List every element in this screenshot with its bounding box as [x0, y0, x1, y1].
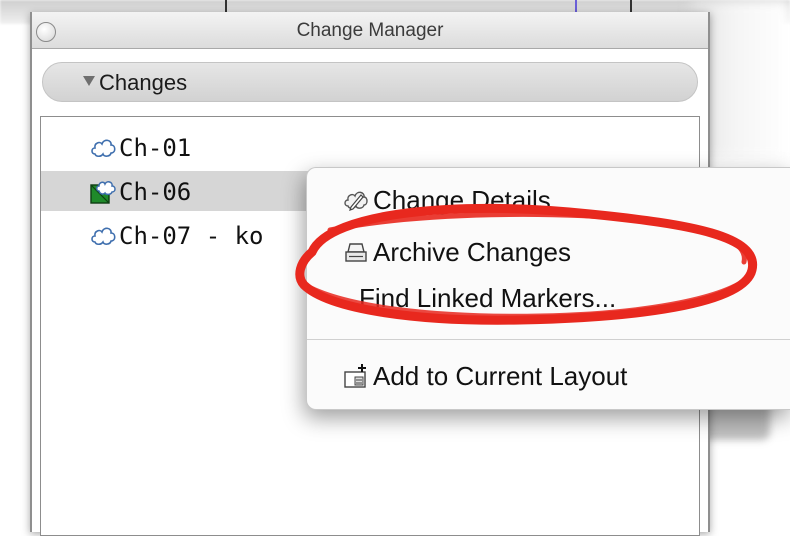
- change-label: Ch-07 - ko: [119, 222, 264, 250]
- menu-item-find-linked-markers[interactable]: Find Linked Markers...: [307, 276, 790, 320]
- ruler-tick: [630, 0, 632, 12]
- title-bar[interactable]: Change Manager: [32, 12, 708, 49]
- menu-item-archive-changes[interactable]: Archive Changes: [307, 230, 790, 274]
- window-title: Change Manager: [296, 20, 444, 41]
- menu-item-label: Find Linked Markers...: [359, 283, 617, 313]
- list-item-ch-01[interactable]: Ch-01: [41, 127, 699, 167]
- ruler-tick: [225, 0, 227, 12]
- change-label: Ch-06: [119, 178, 192, 206]
- menu-item-change-details[interactable]: Change Details: [307, 178, 790, 222]
- section-label: Changes: [99, 70, 188, 95]
- disclosure-triangle-icon[interactable]: [83, 76, 95, 86]
- archive-icon: [345, 243, 367, 262]
- pencil-cloud-icon: [344, 191, 368, 211]
- cloud-map-icon: [90, 181, 116, 204]
- add-to-layout-icon: [344, 364, 366, 388]
- cloud-icon: [91, 227, 116, 246]
- change-label: Ch-01: [119, 134, 192, 162]
- context-menu: Change Details Archive Changes Find Link…: [306, 167, 790, 410]
- menu-item-label: Change Details: [373, 185, 551, 215]
- changes-section-header[interactable]: Changes: [42, 62, 698, 102]
- ruler-tick: [575, 0, 577, 12]
- menu-item-label: Archive Changes: [373, 237, 571, 267]
- menu-item-add-to-current-layout[interactable]: Add to Current Layout: [307, 354, 790, 398]
- menu-separator: [307, 339, 790, 340]
- cloud-icon: [91, 139, 116, 158]
- menu-item-label: Add to Current Layout: [373, 361, 628, 391]
